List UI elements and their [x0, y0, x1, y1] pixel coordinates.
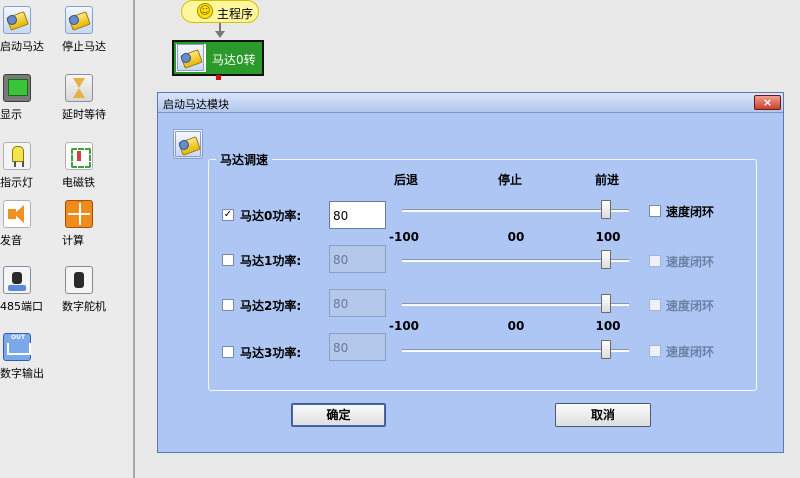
motor-3-speed-slider[interactable] — [402, 349, 629, 352]
group-label: 马达调速 — [216, 151, 273, 168]
motor-1-closed-loop-checkbox[interactable] — [649, 255, 661, 267]
motor-1-enable-checkbox[interactable] — [222, 254, 234, 266]
motor-icon — [173, 129, 203, 159]
motor-1-speed-slider[interactable] — [402, 259, 629, 262]
motor-0-enable-checkbox[interactable]: ✓ — [222, 209, 234, 221]
palette-item-label: 计算 — [62, 234, 84, 247]
dialog-title: 启动马达模块 — [163, 98, 229, 111]
scale-mid: 00 — [507, 319, 525, 333]
motor-icon — [176, 44, 206, 72]
motor-icon — [175, 131, 201, 157]
palette-item-stop-motor[interactable]: 停止马达 — [62, 6, 126, 56]
dialog-titlebar[interactable]: 启动马达模块 × — [158, 93, 783, 113]
motor-icon — [177, 44, 204, 71]
palette-item-label: 延时等待 — [62, 108, 106, 121]
motor-0-speed-slider[interactable] — [402, 209, 629, 212]
motor-0-label: 马达0功率: — [240, 209, 302, 223]
tool-palette: 启动马达 停止马达 显示 延时等待 指示灯 电磁铁 发音 计算 485端口 数字… — [0, 0, 133, 478]
palette-item-label: 停止马达 — [62, 40, 106, 53]
motor-3-power-input[interactable] — [329, 333, 386, 361]
palette-item-label: 数字舵机 — [62, 300, 106, 313]
palette-item-start-motor[interactable]: 启动马达 — [0, 6, 64, 56]
motor-2-enable-checkbox[interactable] — [222, 299, 234, 311]
palette-item-display[interactable]: 显示 — [0, 74, 64, 124]
motor-icon — [65, 6, 93, 34]
motor-0-closed-loop-label: 速度闭环 — [666, 205, 715, 219]
motor-2-power-input[interactable] — [329, 289, 386, 317]
palette-item-label: 485端口 — [0, 300, 43, 313]
palette-item-label: 发音 — [0, 234, 22, 247]
scale-max: 100 — [595, 319, 621, 333]
motor-1-slider-thumb[interactable] — [601, 250, 612, 269]
motor-0-closed-loop-checkbox[interactable] — [649, 205, 661, 217]
palette-item-label: 电磁铁 — [62, 176, 95, 189]
palette-item-sound[interactable]: 发音 — [0, 200, 64, 250]
main-program-block[interactable]: ☺ 主程序 — [181, 0, 259, 23]
motor-3-closed-loop-checkbox[interactable] — [649, 345, 661, 357]
scale-min: -100 — [388, 319, 420, 333]
motor-2-slider-thumb[interactable] — [601, 294, 612, 313]
led-icon — [3, 142, 31, 170]
port-485-icon — [3, 266, 31, 294]
palette-item-delay[interactable]: 延时等待 — [62, 74, 126, 124]
digital-output-icon: OUT — [3, 333, 31, 361]
speaker-icon — [3, 200, 31, 228]
display-icon — [3, 74, 31, 102]
cancel-button[interactable]: 取消 — [555, 403, 651, 427]
motor-1-power-input[interactable] — [329, 245, 386, 273]
motor-1-label: 马达1功率: — [240, 254, 302, 268]
palette-item-label: 指示灯 — [0, 176, 33, 189]
motor-block-label: 马达0转 — [212, 53, 256, 67]
close-button[interactable]: × — [754, 95, 781, 110]
hourglass-icon — [65, 74, 93, 102]
output-icon-text: OUT — [11, 334, 26, 341]
palette-item-485-port[interactable]: 485端口 — [0, 266, 64, 316]
scale-min: -100 — [388, 230, 420, 244]
start-motor-dialog: 启动马达模块 × 马达调速 后退 停止 前进 ✓ 马达0功率: 速度闭环 -10… — [157, 92, 784, 453]
motor-block[interactable]: 马达0转 — [172, 40, 264, 76]
palette-item-electromagnet[interactable]: 电磁铁 — [62, 142, 126, 192]
palette-item-label: 数字输出 — [0, 367, 44, 380]
electromagnet-icon — [65, 142, 93, 170]
motor-3-enable-checkbox[interactable] — [222, 346, 234, 358]
palette-item-digital-servo[interactable]: 数字舵机 — [62, 266, 126, 316]
digital-servo-icon — [65, 266, 93, 294]
palette-item-digital-output[interactable]: OUT 数字输出 — [0, 333, 64, 383]
motor-icon — [3, 6, 31, 34]
motor-3-slider-thumb[interactable] — [601, 340, 612, 359]
header-backward: 后退 — [393, 173, 418, 187]
motor-3-label: 马达3功率: — [240, 346, 302, 360]
motor-2-speed-slider[interactable] — [402, 303, 629, 306]
palette-item-label: 显示 — [0, 108, 22, 121]
smiley-icon: ☺ — [197, 3, 213, 19]
header-stop: 停止 — [497, 173, 522, 187]
motor-1-closed-loop-label: 速度闭环 — [666, 255, 715, 269]
motor-2-closed-loop-label: 速度闭环 — [666, 299, 715, 313]
motor-0-slider-thumb[interactable] — [601, 200, 612, 219]
calculator-icon — [65, 200, 93, 228]
arrow-down-icon — [215, 31, 225, 38]
scale-mid: 00 — [507, 230, 525, 244]
ok-button[interactable]: 确定 — [291, 403, 386, 427]
palette-item-calculate[interactable]: 计算 — [62, 200, 126, 250]
motor-2-closed-loop-checkbox[interactable] — [649, 299, 661, 311]
header-forward: 前进 — [594, 173, 619, 187]
connection-point[interactable] — [216, 75, 221, 80]
palette-item-indicator-light[interactable]: 指示灯 — [0, 142, 64, 192]
motor-3-closed-loop-label: 速度闭环 — [666, 345, 715, 359]
scale-max: 100 — [595, 230, 621, 244]
motor-0-power-input[interactable] — [329, 201, 386, 229]
main-program-label: 主程序 — [217, 7, 254, 21]
palette-divider — [133, 0, 135, 478]
palette-item-label: 启动马达 — [0, 40, 44, 53]
motor-2-label: 马达2功率: — [240, 299, 302, 313]
